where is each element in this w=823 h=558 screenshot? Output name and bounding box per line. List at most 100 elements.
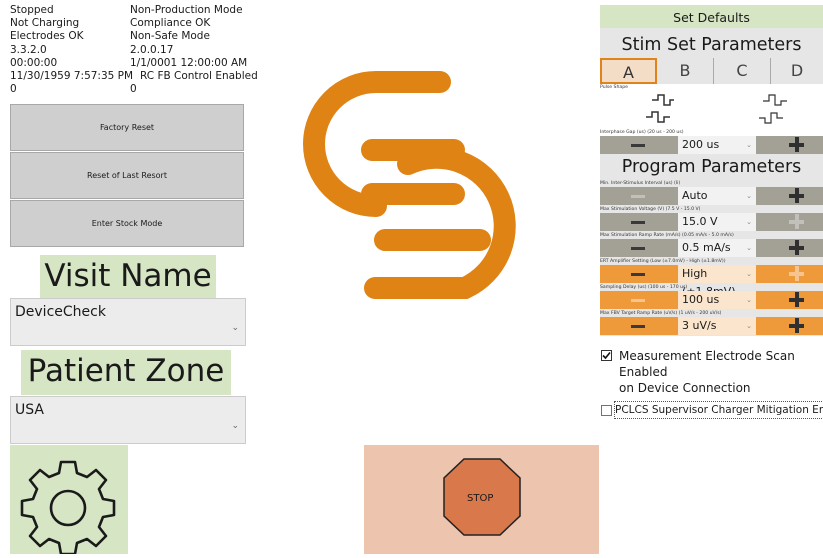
- param-select[interactable]: Auto ⌄: [678, 187, 756, 205]
- chevron-down-icon: ⌄: [231, 323, 239, 333]
- increment-button[interactable]: [789, 214, 804, 229]
- reset-last-resort-label: Reset of Last Resort: [87, 171, 167, 180]
- param-label: Max Stimulation Voltage (V) (7.5 V - 15.…: [600, 207, 701, 212]
- tab-d[interactable]: D: [771, 58, 823, 84]
- tab-b[interactable]: B: [657, 58, 714, 84]
- scan-enabled-line2: on Device Connection: [619, 381, 751, 395]
- chevron-down-icon: ⌄: [746, 244, 752, 252]
- set-defaults-label: Set Defaults: [673, 10, 750, 25]
- param-select[interactable]: 15.0 V ⌄: [678, 213, 756, 231]
- param-row: High (±1.8mV)⌄: [600, 265, 823, 298]
- increment-button[interactable]: [789, 318, 804, 333]
- status-value: Stopped: [10, 4, 54, 16]
- chevron-down-icon: ⌄: [746, 192, 752, 200]
- decrement-button[interactable]: [631, 325, 645, 328]
- settings-button[interactable]: [10, 445, 128, 556]
- chevron-down-icon: ⌄: [231, 421, 239, 431]
- biphasic-pulse-icon[interactable]: [644, 92, 678, 128]
- increment-button[interactable]: [789, 292, 804, 307]
- parameters-panel: Set Defaults Stim Set Parameters A B C D…: [600, 5, 823, 336]
- status-value: Non-Safe Mode: [130, 30, 210, 43]
- status-value: Not Charging: [10, 17, 80, 30]
- decrement-button[interactable]: [631, 195, 645, 198]
- pclcs-label: PCLCS Supervisor Charger Mitigation Enab…: [614, 401, 823, 419]
- pclcs-checkbox[interactable]: [601, 405, 612, 416]
- param-select[interactable]: 100 us ⌄: [678, 291, 756, 309]
- stop-label: STOP: [467, 493, 494, 504]
- interphase-gap-value: 200 us: [682, 138, 720, 151]
- param-select[interactable]: 3 uV/s ⌄: [678, 317, 756, 335]
- patient-zone-dropdown[interactable]: USA ⌄: [10, 396, 246, 444]
- param-select[interactable]: High (±1.8mV)⌄: [678, 265, 756, 298]
- status-row: 3.3.2.0 2.0.0.17: [10, 44, 270, 57]
- chevron-down-icon: ⌄: [746, 218, 752, 226]
- pulse-shape-label: Pulse Shape: [600, 85, 628, 90]
- param-row: 100 us ⌄: [600, 291, 823, 309]
- factory-reset-button[interactable]: Factory Reset: [10, 104, 244, 151]
- visit-name-value: DeviceCheck: [15, 304, 106, 320]
- status-row: Stopped Non-Production Mode: [10, 4, 270, 17]
- decrement-button[interactable]: [631, 144, 645, 147]
- interphase-gap-row: 200 us ⌄: [600, 136, 823, 154]
- enter-stock-mode-button[interactable]: Enter Stock Mode: [10, 200, 244, 247]
- status-value: RC FB Control Enabled: [140, 69, 258, 82]
- chevron-down-icon: ⌄: [746, 322, 752, 330]
- increment-button[interactable]: [789, 137, 804, 152]
- gear-icon: [20, 460, 116, 556]
- enter-stock-mode-label: Enter Stock Mode: [91, 219, 163, 228]
- param-label: ERT Amplifier Setting (Low (±7.0mV) - Hi…: [600, 259, 726, 264]
- param-value: Auto: [682, 189, 708, 202]
- status-row: Not Charging Compliance OK: [10, 17, 270, 30]
- param-row: 15.0 V ⌄: [600, 213, 823, 231]
- stim-set-title: Stim Set Parameters: [621, 35, 802, 55]
- scan-enabled-label: Measurement Electrode Scan Enabled on De…: [619, 348, 823, 396]
- orange-s-logo-icon: [303, 71, 516, 299]
- status-value: 2.0.0.17: [130, 43, 174, 56]
- patient-zone-title: Patient Zone: [21, 350, 231, 395]
- stop-button[interactable]: STOP: [364, 445, 599, 554]
- tab-c[interactable]: C: [714, 58, 771, 84]
- status-value: Non-Production Mode: [130, 4, 243, 16]
- param-label: Sampling Delay (us) (100 us - 170 us): [600, 285, 688, 290]
- status-value: 0: [10, 83, 17, 96]
- param-row: 3 uV/s ⌄: [600, 317, 823, 335]
- decrement-button[interactable]: [631, 221, 645, 224]
- increment-button[interactable]: [789, 240, 804, 255]
- decrement-button[interactable]: [631, 273, 645, 276]
- inverted-pulse-icon[interactable]: [757, 92, 791, 128]
- param-row: 0.5 mA/s ⌄: [600, 239, 823, 257]
- status-row: 00:00:00 1/1/0001 12:00:00 AM: [10, 57, 270, 70]
- set-defaults-button[interactable]: Set Defaults: [600, 5, 823, 28]
- patient-zone-value: USA: [15, 402, 44, 418]
- status-row: 00: [10, 83, 270, 96]
- decrement-button[interactable]: [631, 247, 645, 250]
- status-panel: Stopped Non-Production Mode Not Charging C…: [10, 4, 270, 96]
- param-label: Max Stimulation Ramp Rate (mA/s) (0.05 m…: [600, 233, 734, 238]
- tab-a[interactable]: A: [600, 58, 657, 84]
- increment-button[interactable]: [789, 266, 804, 281]
- reset-last-resort-button[interactable]: Reset of Last Resort: [10, 152, 244, 199]
- param-value: 3 uV/s: [682, 319, 717, 332]
- param-select[interactable]: 0.5 mA/s ⌄: [678, 239, 756, 257]
- status-value: Compliance OK: [130, 17, 211, 30]
- interphase-gap-select[interactable]: 200 us ⌄: [678, 136, 756, 154]
- scan-enabled-line1: Measurement Electrode Scan Enabled: [619, 349, 795, 379]
- status-value: 3.3.2.0: [10, 43, 47, 56]
- visit-name-title: Visit Name: [40, 255, 216, 298]
- interphase-gap-label: Interphase Gap (us) (20 us - 200 us): [600, 130, 684, 135]
- status-row: Electrodes OK Non-Safe Mode: [10, 30, 270, 43]
- chevron-down-icon: ⌄: [746, 296, 752, 304]
- program-parameters-title: Program Parameters: [621, 157, 802, 177]
- param-label: Max FBV Target Ramp Rate (uV/s) (1 uV/s …: [600, 311, 722, 316]
- param-value: 100 us: [682, 293, 720, 306]
- visit-name-dropdown[interactable]: DeviceCheck ⌄: [10, 298, 246, 346]
- increment-button[interactable]: [789, 188, 804, 203]
- chevron-down-icon: ⌄: [746, 270, 752, 278]
- status-value: 0: [130, 83, 137, 96]
- param-label: Min. Inter-Stimulus Interval (us) (Ii): [600, 181, 681, 186]
- scan-enabled-checkbox[interactable]: [601, 350, 612, 361]
- decrement-button[interactable]: [631, 299, 645, 302]
- stim-set-tabs: A B C D: [600, 58, 823, 84]
- param-value: 0.5 mA/s: [682, 241, 731, 254]
- status-value: 1/1/0001 12:00:00 AM: [130, 56, 248, 69]
